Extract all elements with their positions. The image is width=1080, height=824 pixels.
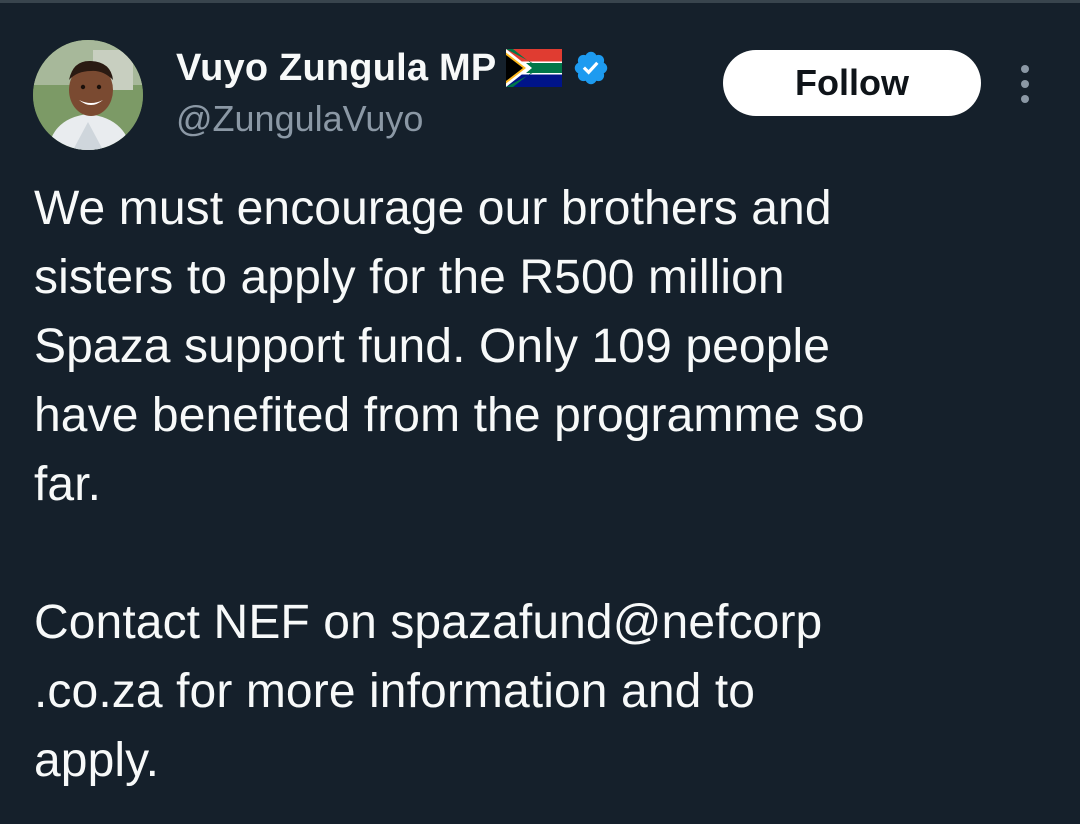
tweet-text: We must encourage our brothers and siste… (34, 174, 1044, 795)
tweet-text-line: Contact NEF on spazafund@nefcorp (34, 596, 823, 649)
avatar[interactable] (33, 40, 143, 150)
top-divider (0, 0, 1080, 3)
verified-badge-icon (572, 49, 610, 87)
more-options-icon[interactable] (1010, 62, 1040, 106)
display-name[interactable]: Vuyo Zungula MP (176, 47, 496, 90)
tweet-text-line: .co.za for more information and to (34, 665, 756, 718)
tweet-text-line: far. (34, 458, 102, 511)
avatar-image (33, 40, 143, 150)
follow-button[interactable]: Follow (723, 50, 981, 116)
author-handle[interactable]: @ZungulaVuyo (176, 98, 423, 140)
south-africa-flag-icon (506, 49, 563, 87)
tweet-text-line: apply. (34, 734, 160, 787)
author-name-row[interactable]: Vuyo Zungula MP (176, 44, 610, 92)
tweet-text-line: have benefited from the programme so (34, 389, 865, 442)
tweet-text-line: We must encourage our brothers and (34, 182, 832, 235)
tweet-text-line: Spaza support fund. Only 109 people (34, 320, 831, 373)
tweet-text-line: sisters to apply for the R500 million (34, 251, 785, 304)
